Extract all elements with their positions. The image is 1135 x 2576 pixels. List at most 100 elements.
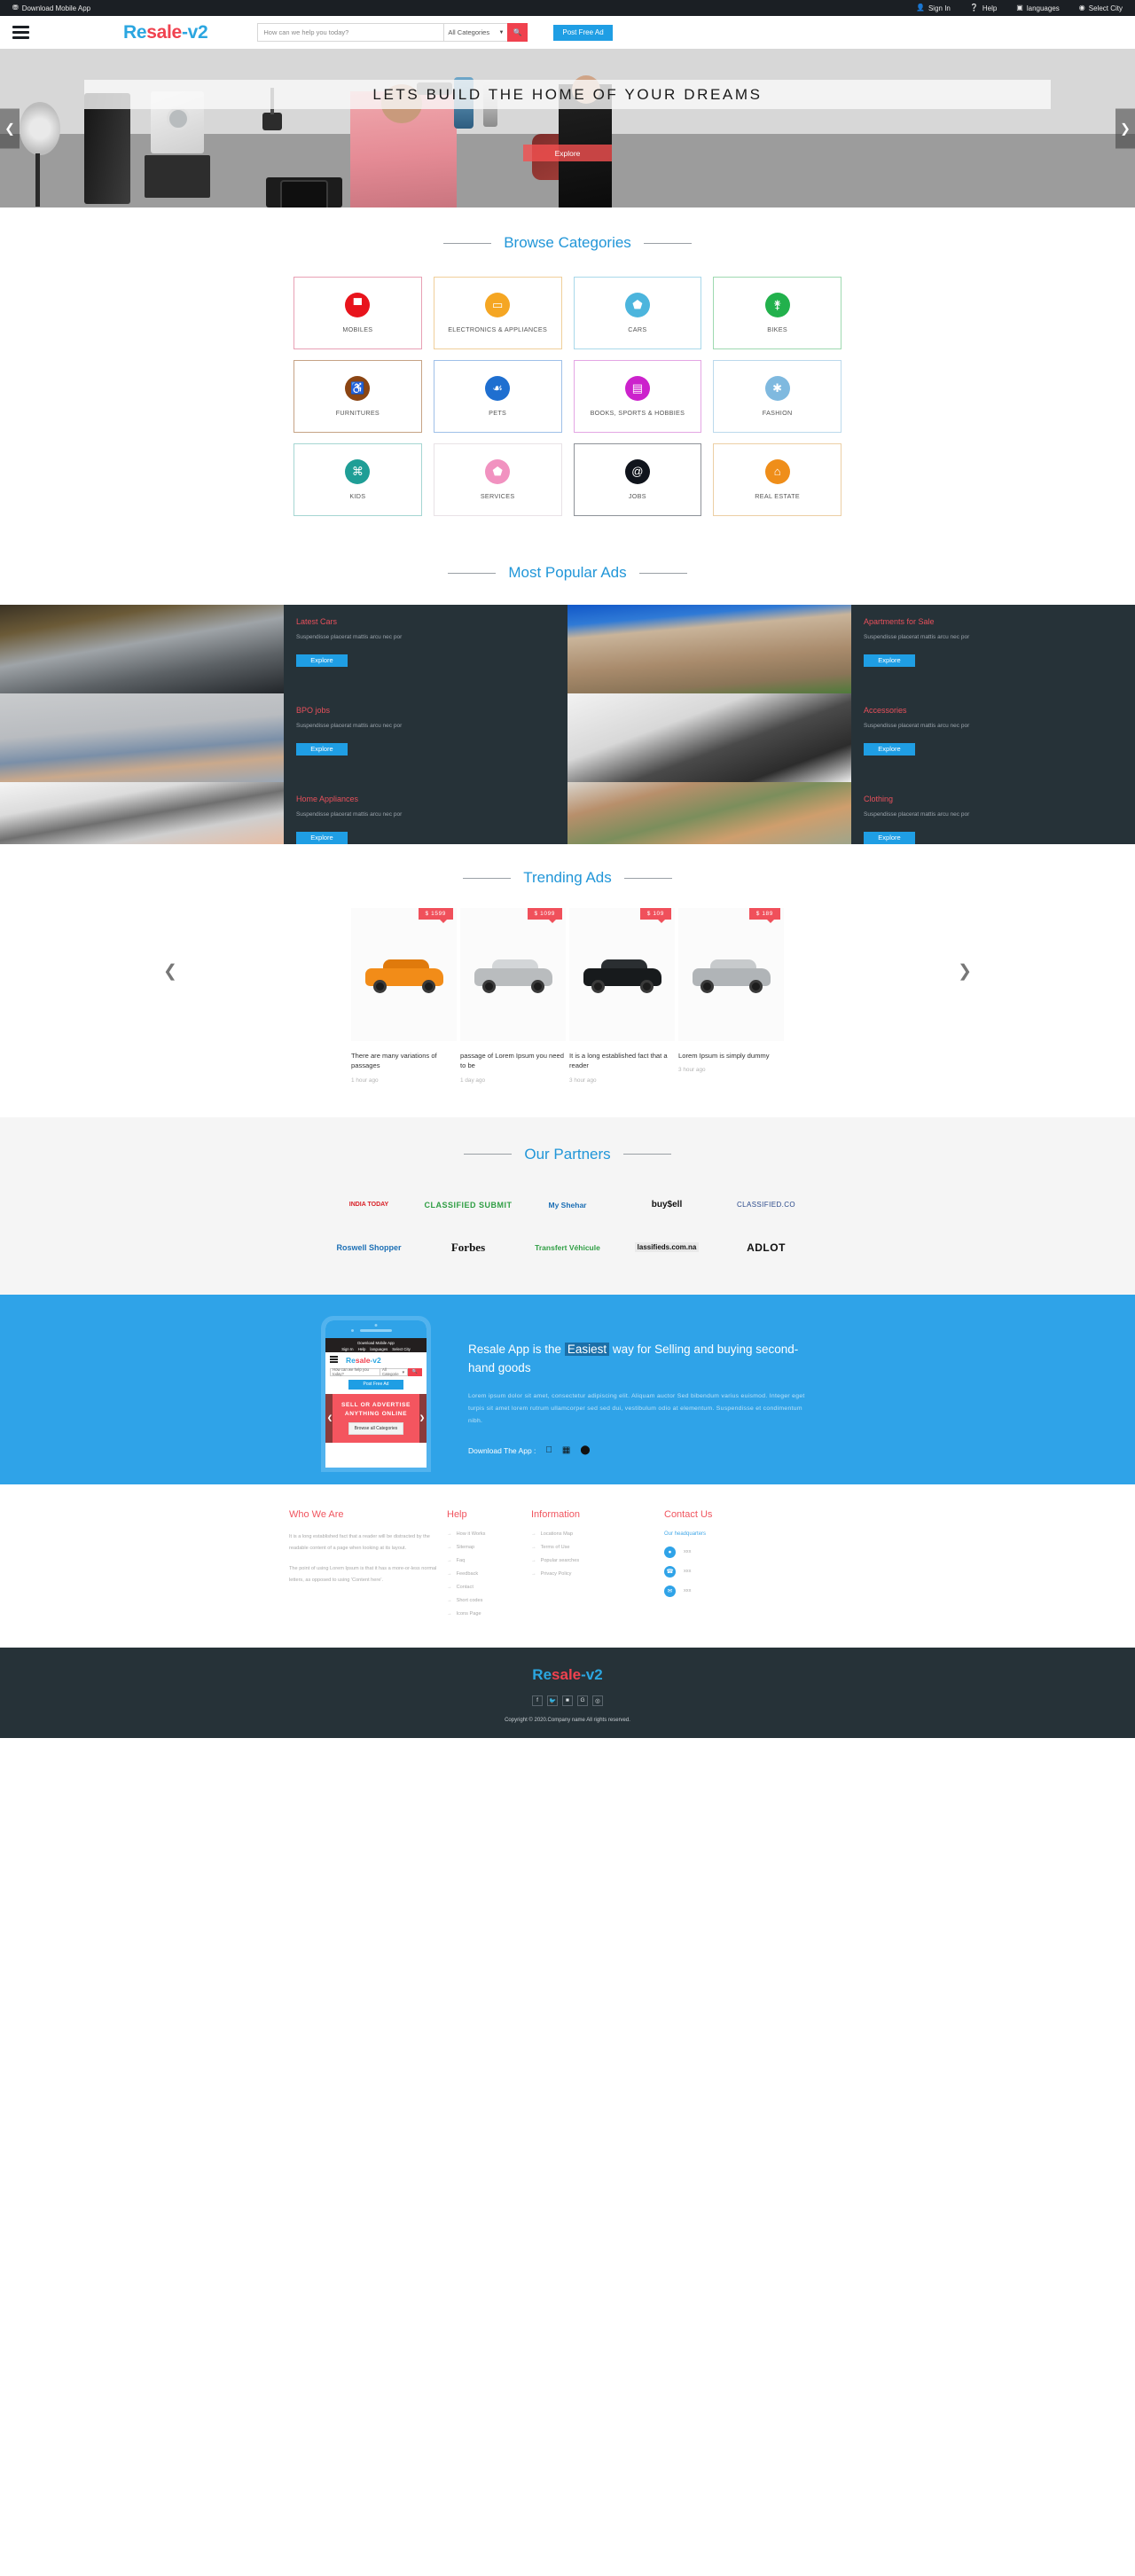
question-circle-icon: ❔ — [969, 4, 979, 12]
hamburger-icon[interactable] — [12, 26, 29, 39]
download-mobile-app-link[interactable]: ⛃ Download Mobile App — [12, 4, 90, 12]
chevron-down-icon: ▼ — [498, 29, 505, 35]
footer-help-link[interactable]: → Contact — [447, 1585, 531, 1590]
trending-next-button[interactable]: ❯ — [958, 961, 972, 982]
phone-search-input: How can we help you today? — [330, 1367, 380, 1376]
android-icon[interactable]: ⬤ — [580, 1445, 590, 1455]
facebook-icon[interactable]: f — [532, 1695, 543, 1706]
help-link-list: → How it Works → Sitemap → Faq → Feedback → Conta… — [447, 1531, 531, 1617]
partner-logo[interactable]: Forbes — [451, 1236, 485, 1259]
footer-help-link[interactable]: → Sitemap — [447, 1545, 531, 1550]
hero-explore-button[interactable]: Explore — [523, 145, 612, 161]
partner-logo[interactable]: Roswell Shopper — [336, 1236, 401, 1259]
footer-column-help: Help → How it Works → Sitemap → Faq → Feedback →… — [447, 1509, 531, 1625]
category-card[interactable]: ⌂ REAL ESTATE — [713, 443, 841, 516]
top-link-sign-in[interactable]: 👤 Sign In — [916, 4, 951, 12]
dribbble-icon[interactable]: ◎ — [592, 1695, 603, 1706]
top-link-help[interactable]: ❔ Help — [970, 4, 997, 12]
footer-help-link[interactable]: → Feedback — [447, 1571, 531, 1577]
flickr-icon[interactable]: ■ — [562, 1695, 573, 1706]
trending-image: $ 109 — [569, 908, 675, 1041]
search-button[interactable]: 🔍 — [507, 23, 528, 42]
category-label: BOOKS, SPORTS & HOBBIES — [590, 408, 685, 417]
hero-prev-button[interactable]: ❮ — [0, 108, 20, 148]
trending-card[interactable]: $ 1099 passage of Lorem Ipsum you need to… — [460, 908, 566, 1084]
title-rule-left — [443, 242, 492, 244]
footer-information-link[interactable]: → Locations Map — [531, 1531, 664, 1537]
partner-logo[interactable]: lassifieds.com.na — [634, 1236, 700, 1259]
top-link-languages[interactable]: ▣ languages — [1016, 4, 1059, 12]
popular-ad-explore-button[interactable]: Explore — [296, 742, 348, 756]
popular-ad-explore-button[interactable]: Explore — [296, 654, 348, 667]
partner-logo[interactable]: My Shehar — [549, 1194, 587, 1217]
phone-hero-next-icon: ❯ — [419, 1415, 425, 1422]
category-card[interactable]: ⬟ SERVICES — [433, 443, 562, 516]
search-bar: All Categories ▼ 🔍 — [257, 23, 528, 42]
partner-logo[interactable]: ADLOT — [747, 1236, 786, 1259]
phone-logo: Resale-v2 — [346, 1356, 381, 1365]
apple-icon[interactable]:  — [545, 1445, 552, 1455]
trending-ads-section: Trending Ads ❮ $ 1599 There are many vari… — [0, 844, 1135, 1117]
category-card[interactable]: ▀ MOBILES — [294, 277, 422, 349]
partner-logo[interactable]: buy$ell — [652, 1194, 682, 1217]
category-card[interactable]: ▭ ELECTRONICS & APPLIANCES — [433, 277, 562, 349]
title-rule-left — [464, 1154, 513, 1155]
footer-link-label: Contact — [456, 1584, 474, 1590]
trending-card[interactable]: $ 1599 There are many variations of passa… — [351, 908, 457, 1084]
google-plus-icon[interactable]: G — [577, 1695, 588, 1706]
footer-link-label: Icons Page — [456, 1610, 481, 1617]
partner-logo[interactable]: CLASSIFIED SUBMIT — [424, 1194, 512, 1217]
post-free-ad-button[interactable]: Post Free Ad — [553, 24, 613, 41]
trending-title: It is a long established fact that a rea… — [569, 1052, 668, 1070]
category-card[interactable]: ⌘ KIDS — [294, 443, 422, 516]
popular-ad-explore-button[interactable]: Explore — [864, 831, 915, 844]
popular-ad-card: Home Appliances Suspendisse placerat mat… — [284, 782, 568, 844]
phone-top-link: Sign In — [341, 1346, 354, 1351]
section-title: Trending Ads — [0, 869, 1135, 887]
footer-help-link[interactable]: → Short codes — [447, 1598, 531, 1603]
top-link-label: languages — [1026, 4, 1060, 12]
logo-part-1: Re — [123, 21, 147, 43]
trending-time: 3 hour ago — [569, 1077, 597, 1084]
top-link-label: Select City — [1088, 4, 1123, 12]
windows-icon[interactable]: ▦ — [562, 1445, 570, 1455]
footer-information-link[interactable]: → Terms of Use — [531, 1545, 664, 1550]
popular-ad-explore-button[interactable]: Explore — [296, 831, 348, 844]
partner-logo-text: CLASSIFIED.CO — [736, 1201, 796, 1210]
partner-logo[interactable]: CLASSIFIED.CO — [737, 1194, 795, 1217]
category-card[interactable]: ☙ PETS — [433, 360, 562, 433]
footer-information-link[interactable]: → Popular searches — [531, 1558, 664, 1563]
footer-help-link[interactable]: → Faq — [447, 1558, 531, 1563]
site-logo[interactable]: Resale-v2 — [123, 21, 208, 43]
popular-ad-explore-button[interactable]: Explore — [864, 654, 915, 667]
category-card[interactable]: @ JOBS — [573, 443, 702, 516]
popular-ads-grid: Latest Cars Suspendisse placerat mattis … — [0, 605, 1135, 844]
category-card[interactable]: ✱ FASHION — [713, 360, 841, 433]
footer-logo[interactable]: Resale-v2 — [0, 1666, 1135, 1684]
phone-top-link: Help — [357, 1346, 366, 1351]
partner-logo[interactable]: INDIA TODAY — [349, 1194, 388, 1217]
car-wheel — [700, 980, 714, 993]
trending-card[interactable]: $ 189 Lorem Ipsum is simply dummy 3 hour a… — [678, 908, 784, 1084]
footer-information-link[interactable]: → Privacy Policy — [531, 1571, 664, 1577]
phone-bezel — [325, 1319, 427, 1338]
popular-ad-image — [0, 693, 284, 782]
social-links: f 🐦 ■ G ◎ — [0, 1695, 1135, 1706]
footer-column-contact: Contact Us Our headquarters ● xxx ☎ xxx … — [664, 1509, 846, 1625]
popular-ad-heading: BPO jobs — [296, 706, 331, 715]
search-category-select[interactable]: All Categories ▼ — [443, 23, 508, 42]
hero-next-button[interactable]: ❯ — [1115, 108, 1135, 148]
top-link-select-city[interactable]: ◉ Select City — [1079, 4, 1123, 12]
twitter-icon[interactable]: 🐦 — [547, 1695, 558, 1706]
search-input[interactable] — [257, 23, 444, 42]
category-card[interactable]: ⬟ CARS — [573, 277, 702, 349]
category-card[interactable]: ♿ FURNITURES — [294, 360, 422, 433]
trending-prev-button[interactable]: ❮ — [163, 961, 177, 982]
category-card[interactable]: ⚵ BIKES — [713, 277, 841, 349]
footer-help-link[interactable]: → How it Works — [447, 1531, 531, 1537]
partner-logo[interactable]: Transfert Véhicule — [535, 1236, 600, 1259]
trending-card[interactable]: $ 109 It is a long established fact that … — [569, 908, 675, 1084]
popular-ad-explore-button[interactable]: Explore — [864, 742, 915, 756]
footer-help-link[interactable]: → Icons Page — [447, 1611, 531, 1617]
category-card[interactable]: ▤ BOOKS, SPORTS & HOBBIES — [573, 360, 702, 433]
